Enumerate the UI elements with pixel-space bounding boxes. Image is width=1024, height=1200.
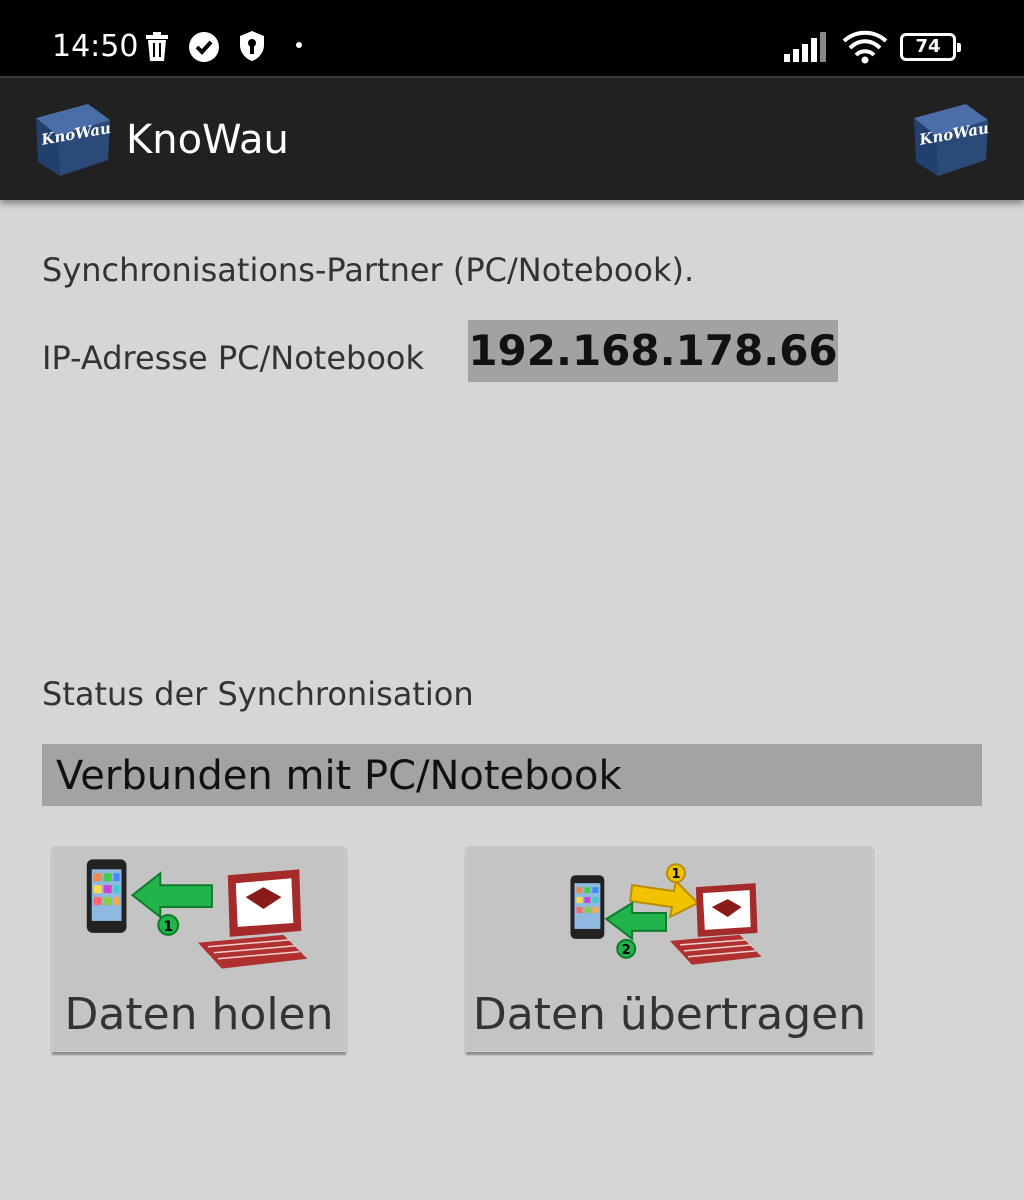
phone-icon <box>570 875 605 939</box>
ip-address-value[interactable]: 192.168.178.66 <box>468 320 838 382</box>
ip-address-label: IP-Adresse PC/Notebook <box>42 339 425 377</box>
send-data-button[interactable]: 1 2 Daten übertragen <box>466 846 873 1052</box>
get-data-button[interactable]: 1 Daten holen <box>52 846 346 1052</box>
app-title: KnoWau <box>126 117 289 163</box>
notification-dot-icon <box>296 42 302 48</box>
step-1-badge: 1 <box>163 919 173 935</box>
app-logo-icon: KnoWau <box>914 104 990 176</box>
green-arrow-left-icon <box>130 871 213 920</box>
app-logo-icon: KnoWau <box>36 104 112 176</box>
status-time: 14:50 <box>52 29 139 64</box>
app-bar: KnoWau KnoWau KnoWau <box>0 76 1024 200</box>
trash-icon <box>146 32 168 61</box>
sync-data-icon: 1 2 <box>570 863 762 965</box>
computer-icon <box>198 869 308 969</box>
signal-icon <box>784 32 826 62</box>
yellow-arrow-right-icon <box>629 879 700 919</box>
check-circle-icon <box>189 32 219 62</box>
shield-key-icon <box>240 31 264 61</box>
phone-icon <box>86 859 127 933</box>
battery-icon: 74 <box>900 33 961 61</box>
step-2-badge: 2 <box>622 943 631 958</box>
sync-status-value: Verbunden mit PC/Notebook <box>42 744 982 806</box>
green-arrow-left-icon <box>604 901 668 941</box>
sync-status-label: Status der Synchronisation <box>42 675 474 713</box>
sync-partner-label: Synchronisations-Partner (PC/Notebook). <box>42 251 695 289</box>
status-bar: 14:50 74 <box>0 0 1024 76</box>
receive-data-icon: 1 <box>86 859 308 969</box>
wifi-icon <box>842 30 888 64</box>
step-1-badge: 1 <box>671 867 680 882</box>
send-data-label: Daten übertragen <box>472 989 867 1040</box>
get-data-label: Daten holen <box>64 989 334 1040</box>
